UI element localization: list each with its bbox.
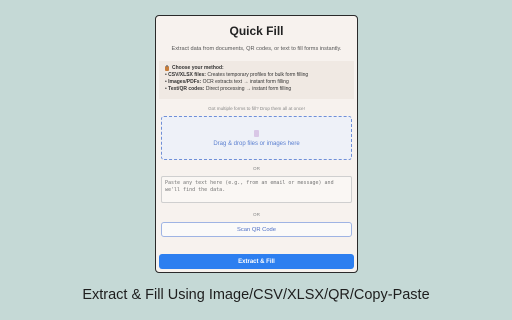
quick-fill-panel: Quick Fill Extract data from documents, …: [155, 15, 358, 273]
method-label: CSV/XLSX files:: [168, 72, 206, 78]
method-row-csv: • CSV/XLSX files: Creates temporary prof…: [165, 72, 309, 78]
file-dropzone[interactable]: Drag & drop files or images here: [161, 116, 352, 160]
file-icon: [254, 129, 259, 137]
method-label: Images/PDFs:: [168, 79, 202, 85]
or-divider: OR: [253, 166, 260, 171]
scan-qr-button[interactable]: Scan QR Code: [161, 222, 352, 237]
method-text: Creates temporary profiles for bulk form…: [207, 72, 309, 78]
method-row-text: • Text/QR codes: Direct processing → ins…: [165, 86, 292, 92]
paste-text-input[interactable]: [161, 176, 352, 203]
extract-fill-button[interactable]: Extract & Fill: [159, 254, 354, 269]
method-box: Choose your method: • CSV/XLSX files: Cr…: [159, 61, 354, 99]
promo-caption: Extract & Fill Using Image/CSV/XLSX/QR/C…: [82, 287, 430, 303]
panel-subtitle: Extract data from documents, QR codes, o…: [171, 46, 342, 52]
method-row-images: • Images/PDFs: OCR extracts text → insta…: [165, 79, 289, 85]
panel-title: Quick Fill: [229, 24, 284, 38]
dropzone-label: Drag & drop files or images here: [213, 140, 300, 147]
method-heading-text: Choose your method:: [172, 65, 224, 71]
method-text: Direct processing → instant form filling: [205, 86, 292, 92]
method-label: Text/QR codes:: [168, 86, 205, 92]
multi-form-note: Got multiple forms to fill? Drop them al…: [208, 106, 305, 111]
or-divider: OR: [253, 212, 260, 217]
method-text: OCR extracts text → instant form filling: [202, 79, 289, 85]
clipboard-icon: [165, 65, 169, 71]
method-heading: Choose your method:: [165, 65, 348, 72]
